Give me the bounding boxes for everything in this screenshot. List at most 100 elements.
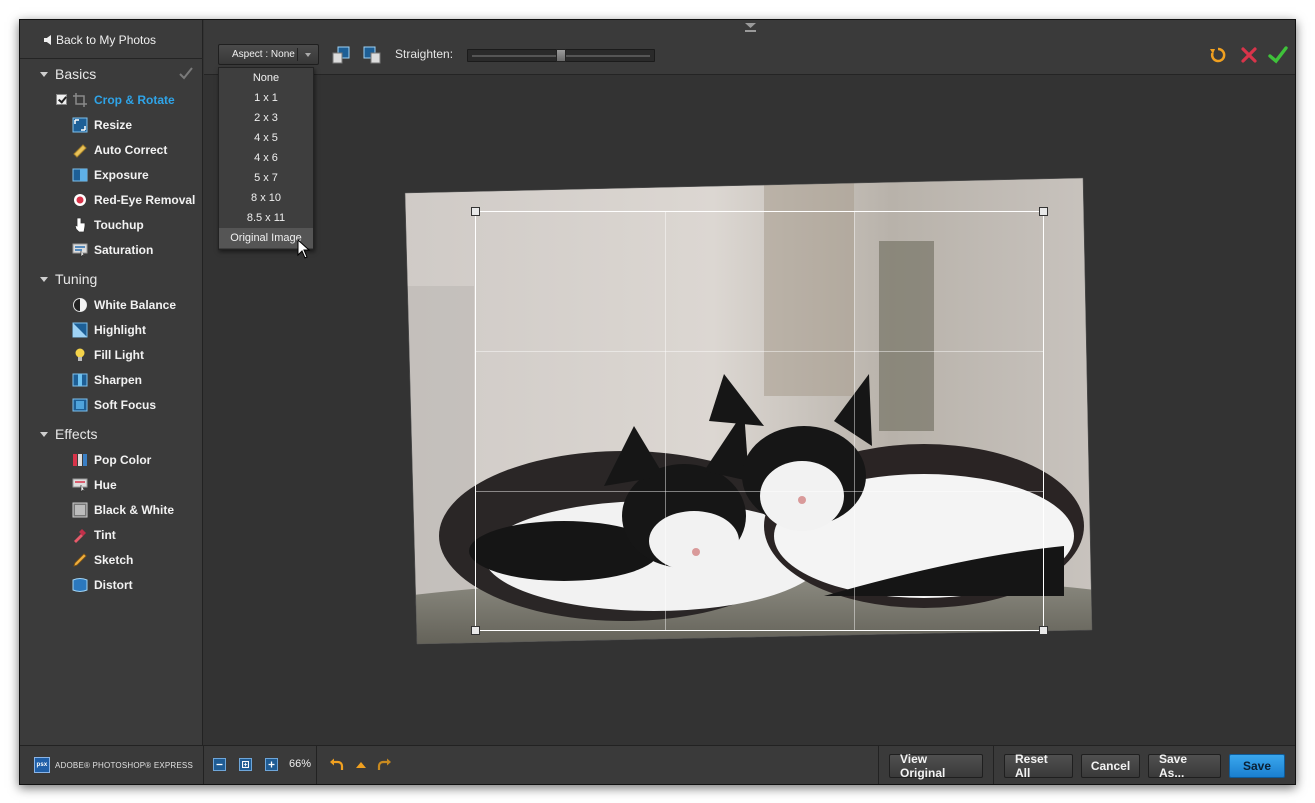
save-as-button[interactable]: Save As... [1148, 752, 1221, 780]
tool-label: Tint [94, 528, 116, 542]
zoom-in-icon[interactable] [265, 758, 278, 771]
tool-crop-rotate[interactable]: Crop & Rotate [72, 91, 175, 109]
straighten-slider-thumb[interactable] [556, 49, 566, 62]
tool-auto-correct[interactable]: Auto Correct [72, 141, 167, 159]
soft-focus-icon [72, 398, 88, 412]
aspect-option-4x6[interactable]: 4 x 6 [219, 148, 313, 168]
save-button[interactable]: Save [1229, 754, 1285, 778]
tint-icon [74, 529, 86, 543]
aspect-option-8x10[interactable]: 8 x 10 [219, 188, 313, 208]
pop-color-icon [73, 454, 87, 466]
tool-label: Red-Eye Removal [94, 193, 196, 207]
section-effects-title: Effects [55, 426, 98, 442]
tool-label: Fill Light [94, 348, 144, 362]
aspect-dropdown[interactable]: Aspect : None [218, 44, 319, 65]
tool-sketch[interactable]: Sketch [72, 551, 133, 569]
rotate-right-icon[interactable] [363, 46, 381, 64]
zoom-fit-icon[interactable] [239, 758, 252, 771]
crop-handle-bottom-left[interactable] [471, 626, 480, 635]
tool-pop-color[interactable]: Pop Color [72, 451, 151, 469]
tool-touchup[interactable]: Touchup [72, 216, 144, 234]
highlight-icon [72, 322, 88, 338]
apply-crop-icon[interactable] [1268, 45, 1288, 65]
section-tuning[interactable]: Tuning [40, 270, 97, 288]
tool-label: Soft Focus [94, 398, 156, 412]
aspect-option-8-5x11[interactable]: 8.5 x 11 [219, 208, 313, 228]
tool-red-eye-removal[interactable]: Red-Eye Removal [72, 191, 195, 209]
fill-light-icon [75, 348, 85, 361]
brand-name: ADOBE® PHOTOSHOP® EXPRESS [55, 760, 194, 770]
tool-distort[interactable]: Distort [72, 576, 133, 594]
bottom-separator [878, 746, 879, 784]
crop-grid-line [476, 351, 1043, 352]
mouse-pointer-icon [297, 239, 311, 259]
aspect-option-4x5[interactable]: 4 x 5 [219, 128, 313, 148]
tool-label: Highlight [94, 323, 146, 337]
black-white-icon [72, 502, 88, 518]
tool-black-white[interactable]: Black & White [72, 501, 174, 519]
redo-icon[interactable] [376, 757, 392, 773]
zoom-out-icon[interactable] [213, 758, 226, 771]
chevron-down-icon [305, 53, 311, 57]
crop-box[interactable] [471, 207, 1048, 635]
tool-label: Distort [94, 578, 133, 592]
bottom-separator [993, 746, 994, 784]
back-to-my-photos-link[interactable]: Back to My Photos [44, 32, 156, 48]
tool-exposure[interactable]: Exposure [72, 166, 149, 184]
tool-hue[interactable]: Hue [72, 476, 117, 494]
tool-label: Auto Correct [94, 143, 168, 157]
back-arrow-icon [44, 35, 51, 45]
collapse-handle-icon[interactable] [745, 23, 756, 32]
history-up-icon[interactable] [353, 757, 369, 773]
aspect-option-5x7[interactable]: 5 x 7 [219, 168, 313, 188]
tool-resize[interactable]: Resize [72, 116, 132, 134]
tool-label: Black & White [94, 503, 175, 517]
bottom-separator [203, 746, 204, 784]
dropdown-separator [297, 48, 298, 61]
brand: psx ADOBE® PHOTOSHOP® EXPRESS [34, 757, 193, 773]
aspect-dropdown-label: Aspect : None [232, 49, 295, 60]
tool-soft-focus[interactable]: Soft Focus [72, 396, 156, 414]
expand-triangle-icon [40, 71, 48, 77]
tool-label: Sketch [94, 553, 134, 567]
expand-triangle-icon [40, 431, 48, 437]
tool-saturation[interactable]: Saturation [72, 241, 153, 259]
aspect-option-none[interactable]: None [219, 68, 313, 88]
tool-label: Saturation [94, 243, 154, 257]
section-tuning-title: Tuning [55, 271, 98, 287]
aspect-option-1x1[interactable]: 1 x 1 [219, 88, 313, 108]
crop-handle-bottom-right[interactable] [1039, 626, 1048, 635]
saturation-icon [72, 243, 88, 258]
section-basics[interactable]: Basics [40, 65, 96, 83]
tool-white-balance[interactable]: White Balance [72, 296, 176, 314]
tool-fill-light[interactable]: Fill Light [72, 346, 144, 364]
crop-grid-line [854, 212, 855, 630]
distort-icon [72, 578, 88, 592]
tool-tint[interactable]: Tint [72, 526, 116, 544]
sketch-icon [73, 553, 87, 567]
crop-rotate-checkbox[interactable] [56, 94, 67, 105]
tool-label: Sharpen [94, 373, 143, 387]
view-original-button[interactable]: View Original [889, 752, 983, 780]
cancel-crop-icon[interactable] [1239, 45, 1259, 65]
tool-highlight[interactable]: Highlight [72, 321, 146, 339]
touchup-icon [74, 217, 86, 233]
section-basics-title: Basics [55, 66, 97, 82]
crop-handle-top-right[interactable] [1039, 207, 1048, 216]
cancel-button[interactable]: Cancel [1081, 754, 1140, 778]
checkmark-icon [179, 67, 193, 80]
zoom-level: 66% [289, 758, 312, 770]
expand-triangle-icon [40, 276, 48, 282]
tool-label: Resize [94, 118, 133, 132]
rotate-left-icon[interactable] [332, 46, 350, 64]
crop-handle-top-left[interactable] [471, 207, 480, 216]
straighten-slider[interactable] [467, 49, 655, 62]
reset-all-button[interactable]: Reset All [1004, 752, 1073, 780]
undo-reset-icon[interactable] [1208, 45, 1228, 65]
tool-sharpen[interactable]: Sharpen [72, 371, 142, 389]
top-toolbar: Aspect : None Straighten: [204, 20, 1295, 75]
section-effects[interactable]: Effects [40, 425, 98, 443]
undo-icon[interactable] [329, 757, 345, 773]
aspect-option-2x3[interactable]: 2 x 3 [219, 108, 313, 128]
sharpen-icon [72, 373, 88, 387]
